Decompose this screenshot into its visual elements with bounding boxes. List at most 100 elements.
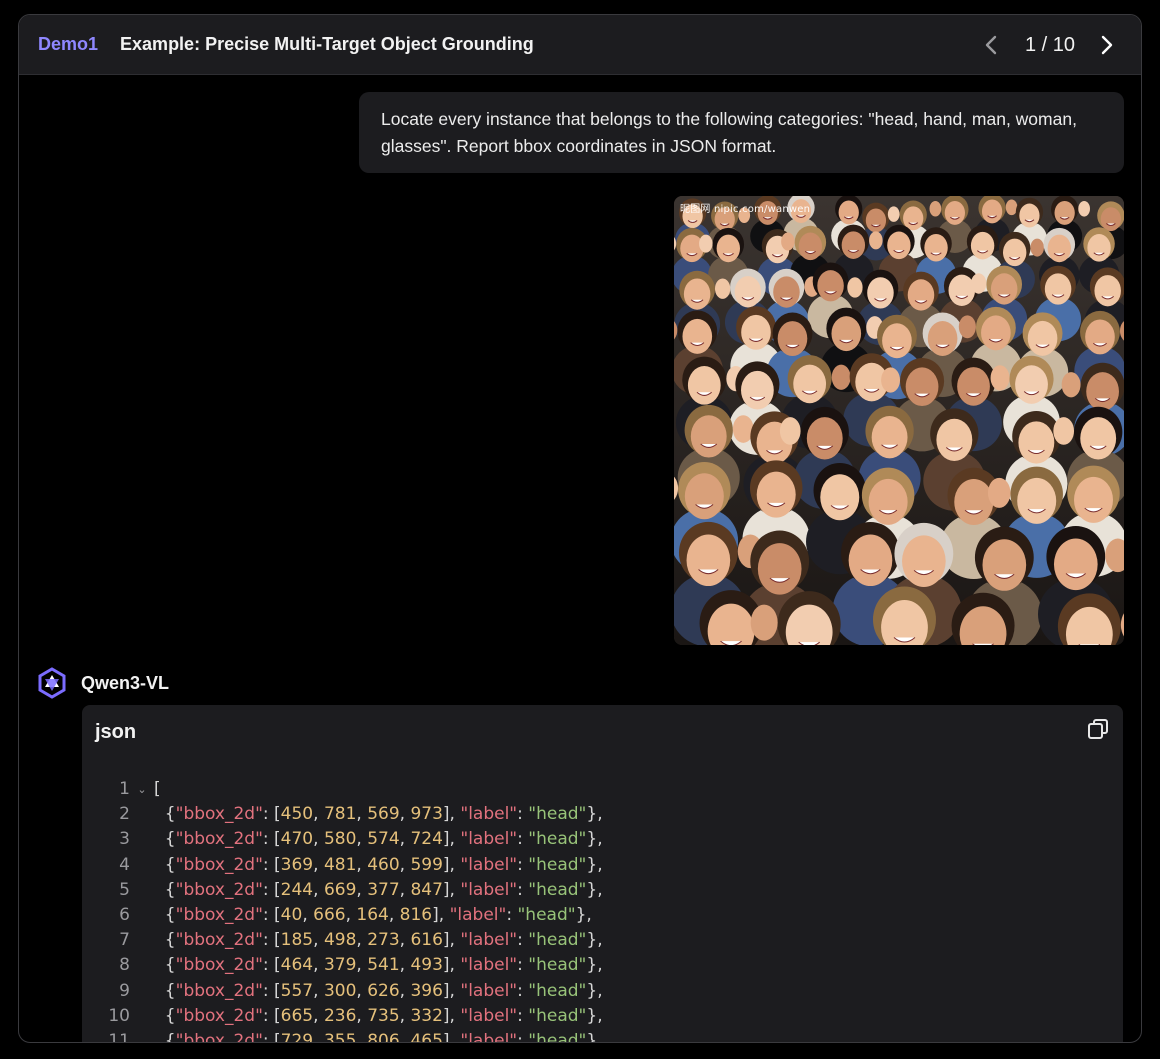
json-string: "head" — [528, 829, 587, 850]
json-key: "bbox_2d" — [175, 879, 263, 900]
json-punct: , — [399, 980, 411, 1001]
json-number: 557 — [280, 980, 314, 1001]
json-string: "head" — [528, 1005, 587, 1026]
json-key: "label" — [460, 930, 518, 951]
json-punct: , — [356, 1005, 368, 1026]
json-punct: : [ — [262, 980, 281, 1001]
fold-gutter — [130, 953, 154, 978]
json-punct: { — [154, 930, 176, 951]
json-punct: { — [154, 980, 176, 1001]
json-punct: : [ — [262, 829, 281, 850]
json-punct: , — [313, 804, 324, 825]
json-number: 498 — [323, 930, 357, 951]
json-punct: : — [506, 904, 518, 925]
json-string: "head" — [528, 854, 587, 875]
json-punct: ], — [442, 930, 461, 951]
json-punct: : [ — [262, 804, 281, 825]
assistant-header: Qwen3-VL — [36, 667, 169, 699]
json-punct: , — [356, 955, 368, 976]
json-punct: , — [313, 980, 324, 1001]
json-number: 599 — [410, 854, 443, 875]
chevron-left-icon[interactable] — [979, 33, 1003, 57]
json-number: 40 — [280, 904, 303, 925]
code-line: 11 {"bbox_2d": [729, 355, 806, 465], "la… — [82, 1029, 1123, 1043]
json-punct: ], — [442, 955, 461, 976]
code-text: {"bbox_2d": [185, 498, 273, 616], "label… — [154, 928, 603, 953]
json-string: "head" — [528, 980, 587, 1001]
pagination: 1 / 10 — [979, 15, 1119, 75]
json-punct: , — [399, 804, 411, 825]
json-punct: , — [313, 829, 324, 850]
json-number: 369 — [280, 854, 314, 875]
code-line: 1 ⌄[ — [82, 777, 1123, 802]
json-punct: : — [517, 955, 529, 976]
code-line: 7 {"bbox_2d": [185, 498, 273, 616], "lab… — [82, 928, 1123, 953]
user-message: Locate every instance that belongs to th… — [359, 92, 1124, 173]
json-key: "label" — [449, 904, 507, 925]
json-punct: : [ — [262, 879, 281, 900]
json-key: "label" — [460, 1005, 518, 1026]
json-number: 574 — [367, 829, 400, 850]
json-punct: , — [356, 930, 368, 951]
json-punct: }, — [586, 879, 603, 900]
json-number: 396 — [410, 980, 443, 1001]
json-punct: : [ — [262, 904, 281, 925]
json-punct: , — [313, 1030, 324, 1043]
json-punct: , — [313, 879, 324, 900]
json-number: 580 — [323, 829, 357, 850]
json-key: "label" — [460, 804, 518, 825]
json-punct: ], — [432, 904, 450, 925]
fold-caret-icon[interactable]: ⌄ — [130, 777, 154, 802]
json-punct: : — [517, 930, 529, 951]
json-punct: : — [517, 879, 529, 900]
json-punct: , — [356, 804, 368, 825]
json-punct: }, — [586, 1005, 603, 1026]
code-line: 2 {"bbox_2d": [450, 781, 569, 973], "lab… — [82, 802, 1123, 827]
chevron-right-icon[interactable] — [1095, 33, 1119, 57]
line-number: 4 — [119, 854, 130, 875]
code-text: {"bbox_2d": [369, 481, 460, 599], "label… — [154, 853, 603, 878]
json-punct: }, — [586, 930, 603, 951]
code-text: [ — [154, 777, 161, 802]
json-punct: ], — [442, 980, 461, 1001]
json-punct: ], — [442, 804, 461, 825]
code-text: {"bbox_2d": [40, 666, 164, 816], "label"… — [154, 903, 592, 928]
json-punct: ], — [442, 1030, 461, 1043]
json-punct: , — [388, 904, 400, 925]
json-number: 724 — [410, 829, 443, 850]
json-number: 806 — [367, 1030, 400, 1043]
json-punct: , — [313, 1005, 324, 1026]
json-number: 816 — [399, 904, 433, 925]
json-number: 665 — [280, 1005, 314, 1026]
json-punct: , — [399, 854, 411, 875]
copy-icon[interactable] — [1086, 717, 1110, 741]
code-line: 8 {"bbox_2d": [464, 379, 541, 493], "lab… — [82, 953, 1123, 978]
json-punct: }, — [586, 854, 603, 875]
json-number: 450 — [280, 804, 314, 825]
json-punct: { — [154, 829, 176, 850]
code-line: 3 {"bbox_2d": [470, 580, 574, 724], "lab… — [82, 827, 1123, 852]
json-number: 729 — [280, 1030, 314, 1043]
code-line: 4 {"bbox_2d": [369, 481, 460, 599], "lab… — [82, 853, 1123, 878]
json-key: "label" — [460, 980, 518, 1001]
json-punct: , — [399, 1005, 411, 1026]
code-text: {"bbox_2d": [557, 300, 626, 396], "label… — [154, 979, 603, 1004]
demo-window: Demo1 Example: Precise Multi-Target Obje… — [18, 14, 1142, 1043]
json-number: 781 — [323, 804, 357, 825]
json-string: "head" — [517, 904, 576, 925]
json-number: 164 — [356, 904, 389, 925]
json-punct: { — [154, 879, 176, 900]
code-text: {"bbox_2d": [665, 236, 735, 332], "label… — [154, 1004, 603, 1029]
json-key: "label" — [460, 1030, 518, 1043]
json-punct: , — [356, 854, 368, 875]
json-punct: , — [302, 904, 314, 925]
json-punct: : [ — [262, 930, 281, 951]
json-punct: , — [356, 980, 368, 1001]
json-key: "bbox_2d" — [175, 980, 263, 1001]
code-text: {"bbox_2d": [729, 355, 806, 465], "label… — [154, 1029, 603, 1043]
json-punct: }, — [586, 829, 603, 850]
code-text: {"bbox_2d": [470, 580, 574, 724], "label… — [154, 827, 603, 852]
json-punct: , — [356, 879, 368, 900]
json-string: "head" — [528, 930, 587, 951]
demo-header: Demo1 Example: Precise Multi-Target Obje… — [19, 15, 1141, 75]
